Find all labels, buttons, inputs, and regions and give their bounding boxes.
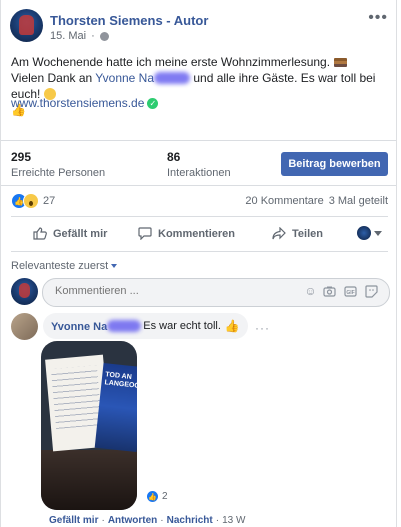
comment-sort-dropdown[interactable]: Relevanteste zuerst [11,260,118,272]
avatar [11,278,38,305]
check-icon: ✓ [147,97,159,109]
globe-icon [99,31,109,41]
sticker-icon[interactable] [365,285,378,298]
reaction-summary[interactable]: 👍 27 [11,193,55,209]
thumbs-up-icon [33,227,47,240]
emoji-icon[interactable]: ☺ [304,285,317,298]
divider [11,251,388,252]
comment-reaction-count: 2 [162,491,168,502]
comment-bubble: Yvonne Na Es war echt toll. 👍 [43,313,248,339]
camera-icon[interactable] [323,285,336,298]
comment-reply-link[interactable]: Antworten [108,515,157,526]
comment-label: Kommentieren [158,227,236,240]
gif-icon[interactable]: GIF [344,285,357,298]
commenter-name[interactable]: Yvonne Na [51,319,142,333]
comment-input[interactable] [53,284,257,298]
comment-actions: Gefällt mir · Antworten · Nachricht · 13… [49,515,246,526]
comment-icon [138,227,152,240]
stat-reached: 295 Erreichte Personen [11,150,105,179]
sort-label: Relevanteste zuerst [11,260,109,272]
website-link[interactable]: www.thorstensiemens.de ✓ [11,96,159,110]
comments-count-link[interactable]: 20 Kommentare [245,195,323,207]
post-date[interactable]: 15. Mai [50,30,86,42]
redaction-blur [154,72,191,84]
stat-interactions: 86 Interaktionen [167,150,231,179]
comment-button[interactable]: Kommentieren [138,227,235,240]
profile-avatar [357,226,371,240]
commenter-avatar[interactable] [11,313,38,340]
comment-reactions[interactable]: 👍 2 [143,489,171,504]
post-header: Thorsten Siemens - Autor 15. Mai · ••• [10,9,388,45]
engagement-stats: 20 Kommentare 3 Mal geteilt [245,195,388,207]
post-text-prefix: Vielen Dank an [11,71,93,85]
shares-count-link[interactable]: 3 Mal geteilt [329,195,388,207]
reaction-count: 27 [43,195,56,207]
wow-reaction-icon [23,193,39,209]
like-button[interactable]: Gefällt mir [33,227,107,240]
chevron-down-icon [111,264,118,268]
reached-count: 295 [11,150,32,164]
post-card: Thorsten Siemens - Autor 15. Mai · ••• A… [0,0,397,527]
like-reaction-icon: 👍 [146,490,159,503]
books-emoji-icon [334,58,348,68]
comment-message-link[interactable]: Nachricht [167,515,213,526]
share-label: Teilen [292,227,323,240]
comment-text: Es war echt toll. [143,320,221,332]
page-avatar[interactable] [10,9,43,42]
interactions-count: 86 [167,150,181,164]
divider [11,216,388,217]
action-bar: Gefällt mir Kommentieren Teilen [1,220,396,248]
comment-photo[interactable] [41,341,137,510]
interactions-label: Interaktionen [167,167,231,179]
like-label: Gefällt mir [53,227,108,240]
post-text-line1: Am Wochenende hatte ich meine erste Wohn… [11,55,331,69]
thumbs-up-emoji-icon: 👍 [224,319,240,333]
comment-like-link[interactable]: Gefällt mir [49,515,98,526]
profile-switcher[interactable] [357,226,382,240]
reached-label: Erreichte Personen [11,167,106,179]
mention-link[interactable]: Yvonne Na [95,71,191,85]
svg-text:GIF: GIF [346,290,354,296]
divider [1,185,396,186]
boost-post-button[interactable]: Beitrag bewerben [281,152,388,176]
photo-floor [41,450,137,510]
post-meta: 15. Mai · [50,30,109,42]
comment-composer: ☺ GIF [11,277,390,307]
share-button[interactable]: Teilen [272,227,323,240]
page-name[interactable]: Thorsten Siemens - Autor [50,13,208,28]
share-icon [272,227,286,240]
chevron-down-icon [374,230,382,236]
comment-age[interactable]: 13 W [222,515,245,526]
divider [1,140,396,141]
redaction-blur [107,319,142,332]
comment-input-box[interactable]: ☺ GIF [42,278,390,307]
comment-options-icon[interactable]: ··· [255,321,270,335]
more-options-icon[interactable]: ••• [368,9,388,27]
